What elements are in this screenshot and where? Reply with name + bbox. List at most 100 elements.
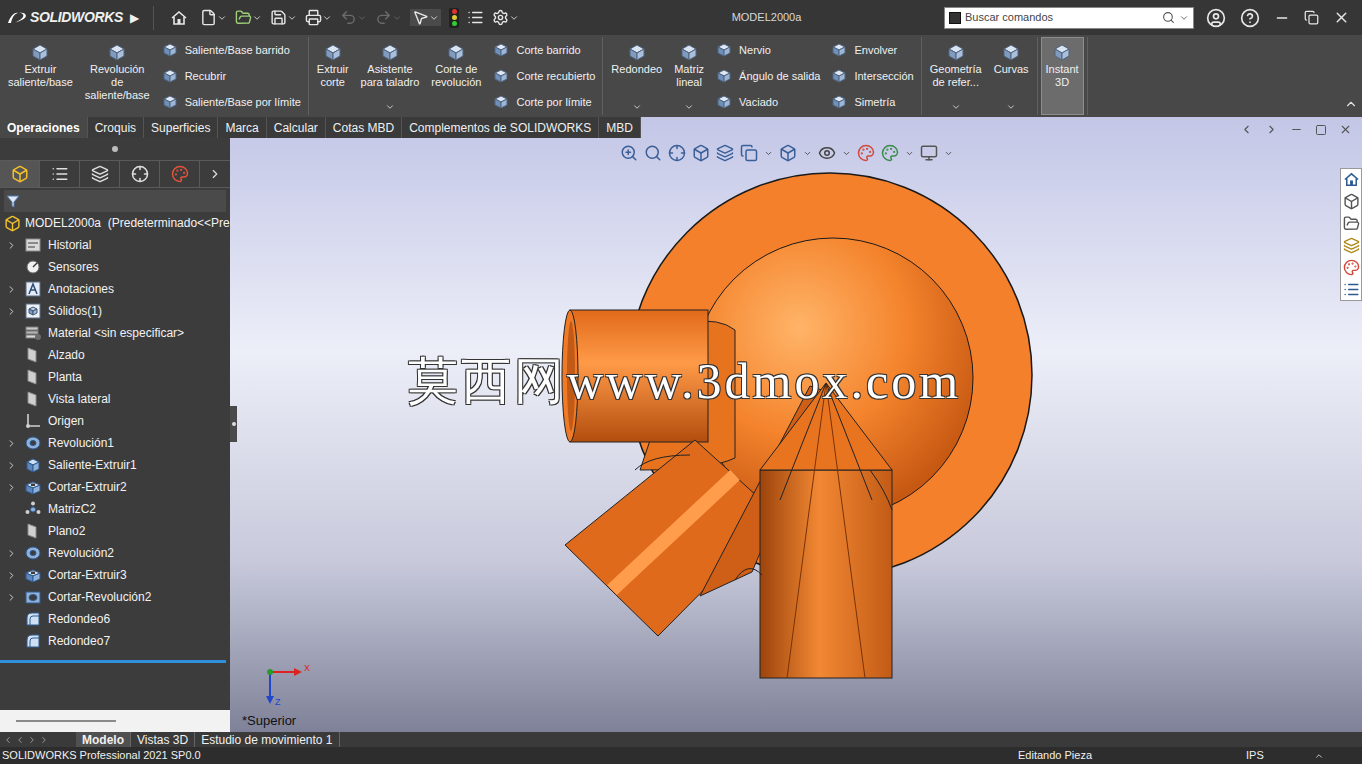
expand-icon[interactable] [6, 570, 17, 581]
tree-item[interactable]: Redondeo7 [0, 630, 230, 652]
tree-root[interactable]: MODEL2000a (Predeterminado<<Pre [0, 212, 230, 234]
tree-item[interactable]: Alzado [0, 344, 230, 366]
dropdown-icon[interactable] [684, 102, 694, 112]
dimxpert-tab[interactable] [120, 161, 160, 187]
dynamic-annotation-icon[interactable] [716, 144, 734, 162]
command-tab[interactable]: Complementos de SOLIDWORKS [402, 117, 599, 138]
ribbon-small-button[interactable]: Saliente/Base barrido [161, 39, 301, 61]
tree-item[interactable]: Origen [0, 410, 230, 432]
panel-grip[interactable] [0, 138, 230, 160]
rebuild-button[interactable] [449, 8, 459, 28]
ribbon-button[interactable]: Corte derevolución [426, 37, 486, 115]
dropdown-icon[interactable] [944, 149, 953, 158]
ribbon-button[interactable]: Extruircorte [312, 37, 354, 115]
tree-item[interactable]: Saliente-Extruir1 [0, 454, 230, 476]
dropdown-icon[interactable] [632, 102, 642, 112]
ribbon-small-button[interactable]: Envolver [830, 39, 913, 61]
feature-manager-tab[interactable] [0, 161, 40, 187]
hide-show-icon[interactable] [818, 144, 836, 162]
view-palette-icon[interactable] [1343, 237, 1360, 254]
solidworks-logo[interactable]: SOLIDWORKS [0, 7, 128, 28]
appearances-icon[interactable] [1343, 259, 1360, 276]
ribbon-small-button[interactable]: Vaciado [715, 91, 820, 113]
redo-button[interactable] [375, 9, 402, 26]
dropdown-icon[interactable] [764, 149, 773, 158]
dropdown-icon[interactable] [385, 102, 395, 112]
tree-item[interactable]: Planta [0, 366, 230, 388]
expand-icon[interactable] [6, 240, 17, 251]
dropdown-icon[interactable] [1006, 102, 1016, 112]
view-orientation-icon[interactable] [740, 144, 758, 162]
command-tab[interactable]: Cotas MBD [326, 117, 402, 138]
tree-item[interactable]: Redondeo6 [0, 608, 230, 630]
tile-right-icon[interactable] [1265, 123, 1278, 136]
unit-menu-icon[interactable] [1314, 751, 1324, 761]
ribbon-button[interactable]: Geometríade refer... [925, 37, 987, 115]
command-tab[interactable]: Superficies [144, 117, 218, 138]
dropdown-icon[interactable] [951, 102, 961, 112]
ribbon-small-button[interactable]: Nervio [715, 39, 820, 61]
command-tab[interactable]: Croquis [88, 117, 144, 138]
command-tab[interactable]: Calcular [267, 117, 326, 138]
previous-view-icon[interactable] [668, 144, 686, 162]
tree-item[interactable]: Sólidos(1) [0, 300, 230, 322]
expand-icon[interactable] [6, 284, 17, 295]
file-explorer-icon[interactable] [1343, 215, 1360, 232]
select-button[interactable] [410, 9, 441, 26]
model-tab[interactable]: Vistas 3D [131, 732, 195, 747]
restore-icon[interactable] [1304, 10, 1319, 25]
expand-icon[interactable] [6, 438, 17, 449]
ribbon-small-button[interactable]: Saliente/Base por límite [161, 91, 301, 113]
previous-tab-icon[interactable] [15, 735, 25, 745]
tree-item[interactable]: Cortar-Extruir3 [0, 564, 230, 586]
undo-button[interactable] [340, 9, 367, 26]
model-tab[interactable]: Modelo [76, 732, 131, 747]
last-tab-icon[interactable] [39, 735, 49, 745]
tree-item[interactable]: Plano2 [0, 520, 230, 542]
tree-item[interactable]: Historial [0, 234, 230, 256]
print-button[interactable] [305, 9, 332, 26]
unit-system[interactable]: IPS [1246, 747, 1314, 764]
save-button[interactable] [270, 9, 297, 26]
tree-item[interactable]: Cortar-Extruir2 [0, 476, 230, 498]
view-settings-icon[interactable] [920, 144, 938, 162]
minimize-icon[interactable] [1274, 10, 1290, 26]
ribbon-button[interactable]: Extruirsaliente/base [3, 37, 78, 115]
tree-item[interactable]: Cortar-Revolución2 [0, 586, 230, 608]
doc-close-icon[interactable] [1339, 123, 1352, 136]
dropdown-icon[interactable] [803, 149, 812, 158]
next-tab-icon[interactable] [27, 735, 37, 745]
tree-item[interactable]: Anotaciones [0, 278, 230, 300]
splitter-handle[interactable] [230, 406, 237, 442]
ribbon-button[interactable]: Asistentepara taladro [356, 37, 425, 115]
ribbon-button[interactable]: Redondeo [606, 37, 667, 115]
expand-icon[interactable] [6, 460, 17, 471]
ribbon-small-button[interactable]: Corte recubierto [492, 65, 595, 87]
tree-item[interactable]: MatrizC2 [0, 498, 230, 520]
tree-item[interactable]: Material <sin especificar> [0, 322, 230, 344]
ribbon-small-button[interactable]: Ángulo de salida [715, 65, 820, 87]
ribbon-small-button[interactable]: Corte barrido [492, 39, 595, 61]
tree-filter[interactable] [4, 190, 226, 212]
ribbon-small-button[interactable]: Intersección [830, 65, 913, 87]
tree-item[interactable]: Vista lateral [0, 388, 230, 410]
user-icon[interactable] [1206, 8, 1226, 28]
search-box[interactable]: Buscar comandos [944, 7, 1194, 29]
graphics-area[interactable]: 莫西网www.3dmox.comXZ*Superior [230, 138, 1362, 732]
zoom-area-icon[interactable] [644, 144, 662, 162]
expand-icon[interactable] [6, 592, 17, 603]
dropdown-icon[interactable] [842, 149, 851, 158]
ribbon-small-button[interactable]: Simetría [830, 91, 913, 113]
command-tab[interactable]: Operaciones [0, 117, 88, 138]
options-button[interactable] [492, 9, 519, 26]
command-tab[interactable]: Marca [218, 117, 266, 138]
close-icon[interactable] [1333, 9, 1350, 26]
expand-icon[interactable] [6, 306, 17, 317]
horizontal-scrollbar[interactable] [16, 720, 116, 722]
open-button[interactable] [235, 9, 262, 26]
ribbon-small-button[interactable]: Recubrir [161, 65, 301, 87]
scene-icon[interactable] [881, 144, 899, 162]
tree-item[interactable]: Revolución1 [0, 432, 230, 454]
new-button[interactable] [200, 9, 227, 26]
ribbon-button[interactable]: Matrizlineal [669, 37, 709, 115]
